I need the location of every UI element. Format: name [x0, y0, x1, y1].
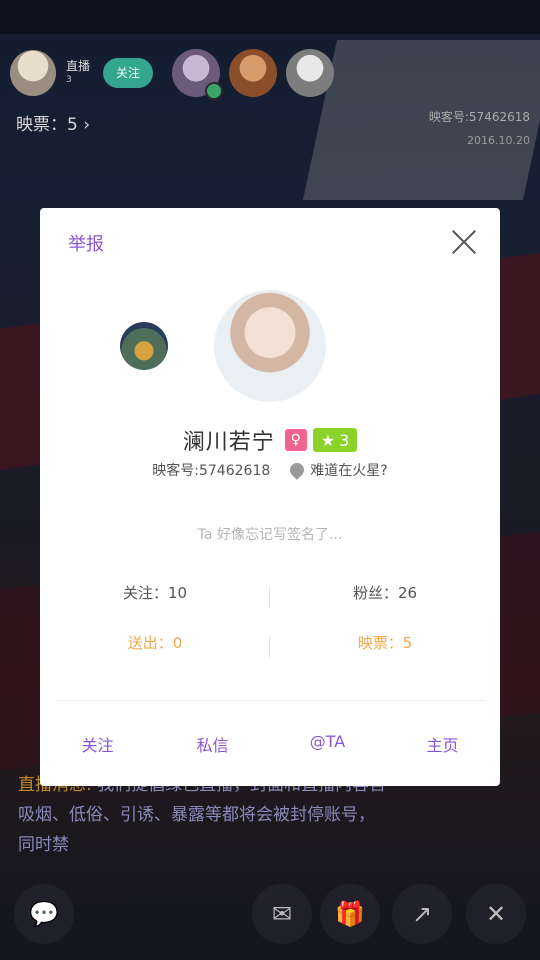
stats: 关注：10 粉丝：26 送出：0 映票：5	[40, 582, 500, 682]
location-pin-icon	[287, 460, 308, 480]
close-icon: ✕	[485, 900, 507, 928]
close-live-button[interactable]: ✕	[466, 884, 526, 944]
chat-button[interactable]: 💬	[14, 884, 74, 944]
tickets-count[interactable]: 映票：5	[270, 632, 500, 653]
sent-count[interactable]: 送出：0	[40, 632, 270, 653]
location-text: 难道在火星?	[310, 463, 388, 479]
follow-button[interactable]: 关注	[40, 732, 155, 756]
level-badge: ★ 3	[312, 428, 358, 452]
message-button[interactable]: ✉	[252, 884, 312, 944]
fans-count[interactable]: 粉丝：26	[270, 582, 500, 603]
signature: Ta 好像忘记写签名了...	[197, 527, 343, 543]
divider	[56, 700, 484, 701]
follow-count[interactable]: 关注：10	[40, 582, 270, 603]
profile-avatar[interactable]	[214, 290, 326, 402]
id-location-row: 映客号:57462618 难道在火星?	[40, 460, 500, 480]
mention-button[interactable]: @TA	[270, 732, 385, 756]
envelope-icon: ✉	[271, 900, 293, 928]
tickets-link[interactable]: 映票：5 ›	[16, 110, 90, 135]
share-button[interactable]: ↗	[392, 884, 452, 944]
star-icon: ★	[320, 430, 336, 450]
viewer-avatar[interactable]	[286, 49, 334, 97]
profile-name: 澜川若宁	[182, 430, 275, 455]
profile-id: 映客号:57462618	[152, 463, 271, 479]
secondary-avatar[interactable]	[120, 322, 168, 370]
private-message-button[interactable]: 私信	[155, 732, 270, 756]
viewer-avatar[interactable]	[229, 49, 277, 97]
close-modal-button[interactable]	[450, 228, 478, 256]
host-sub: 3	[66, 75, 72, 85]
gift-button[interactable]: 🎁	[320, 884, 380, 944]
host-avatar[interactable]	[10, 50, 56, 96]
follow-host-button[interactable]: 关注	[103, 58, 153, 88]
status-bar	[0, 0, 540, 34]
gender-female-icon: ♀	[284, 429, 307, 451]
badge-icon	[205, 82, 223, 100]
host-info[interactable]: 直播 3	[10, 50, 90, 96]
chat-bubble-icon: 💬	[29, 900, 59, 928]
action-bar: 关注 私信 @TA 主页	[40, 732, 500, 756]
room-id: 映客号:57462618	[428, 110, 530, 124]
room-date: 2016.10.20	[467, 134, 530, 147]
report-button[interactable]: 举报	[68, 230, 104, 256]
gift-icon: 🎁	[335, 900, 365, 928]
name-row: 澜川若宁 ♀ ★ 3	[40, 424, 500, 456]
user-profile-modal: 举报 澜川若宁 ♀ ★ 3 映客号:57462618 难道在火星? Ta 好像忘…	[40, 208, 500, 786]
homepage-button[interactable]: 主页	[385, 732, 500, 756]
share-icon: ↗	[411, 900, 433, 928]
location: 难道在火星?	[287, 460, 388, 480]
host-title: 直播	[66, 59, 91, 73]
level-number: 3	[339, 430, 350, 450]
